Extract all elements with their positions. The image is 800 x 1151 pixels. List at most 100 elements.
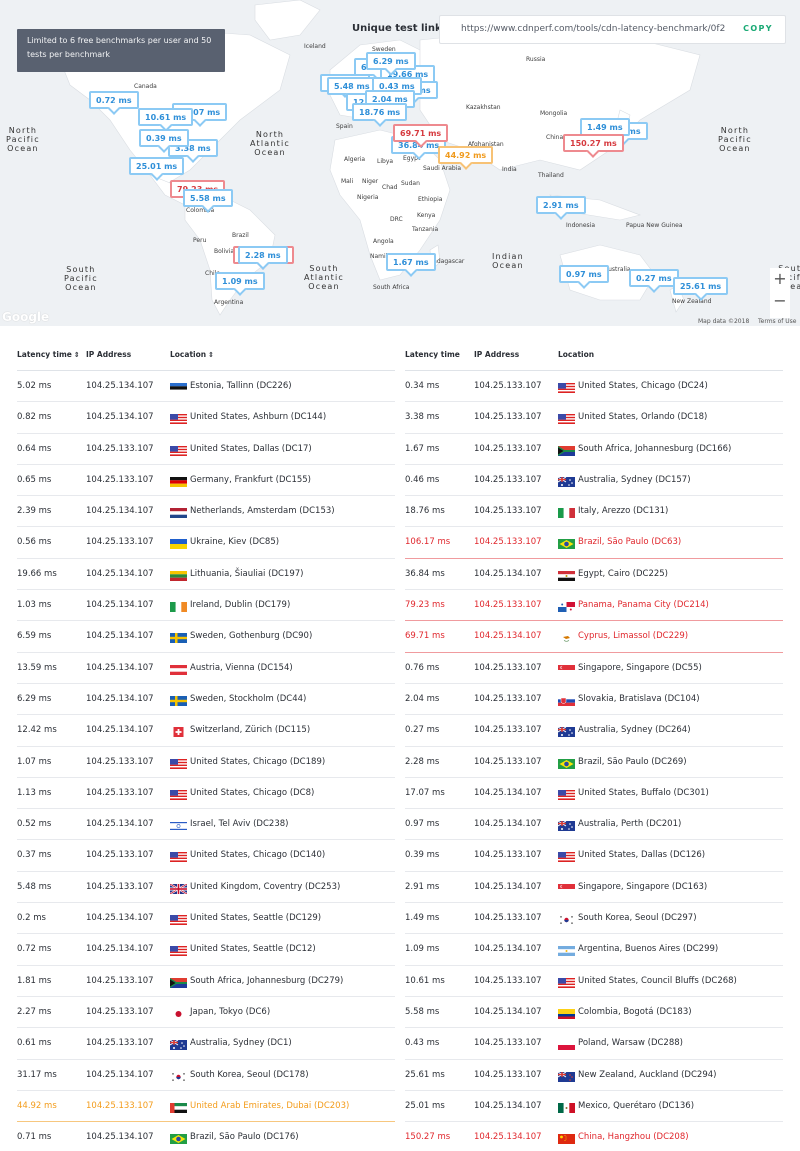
table-row[interactable]: 2.39 ms 104.25.134.107 Netherlands, Amster…	[17, 496, 395, 528]
table-row[interactable]: 2.04 ms 104.25.133.107 Slovakia, Bratislav…	[405, 684, 783, 716]
map-marker[interactable]: 25.01 ms	[129, 157, 185, 175]
column-header-location[interactable]: Location ⇕	[170, 350, 214, 359]
map-marker[interactable]: 2.28 ms	[238, 246, 288, 264]
table-row[interactable]: 1.13 ms 104.25.133.107 United States, Chic…	[17, 778, 395, 810]
table-row[interactable]: 0.39 ms 104.25.133.107 United States, Dall…	[405, 840, 783, 872]
table-row[interactable]: 1.81 ms 104.25.133.107 South Africa, Johan…	[17, 966, 395, 997]
latency-map[interactable]: North Pacific Ocean North Atlantic Ocean…	[0, 0, 800, 326]
zoom-in-button[interactable]: +	[770, 268, 790, 290]
table-row[interactable]: 0.52 ms 104.25.134.107 Israel, Tel Aviv (D…	[17, 809, 395, 841]
flag-uk-icon	[169, 882, 188, 895]
flag-uae-icon	[170, 1102, 187, 1113]
place-label: Libya	[377, 158, 394, 165]
table-row[interactable]: 6.59 ms 104.25.134.107 Sweden, Gothenburg …	[17, 621, 395, 653]
table-row[interactable]: 0.43 ms 104.25.133.107 Poland, Warsaw (DC2…	[405, 1028, 783, 1060]
table-row[interactable]: 12.42 ms 104.25.134.107 Switzerland, Züric…	[17, 715, 395, 747]
unique-link-url[interactable]: https://www.cdnperf.com/tools/cdn-latenc…	[461, 24, 725, 34]
location-cell: Ukraine, Kiev (DC85)	[190, 537, 280, 548]
table-row[interactable]: 25.61 ms 104.25.133.107 New Zealand, Auckl…	[405, 1060, 783, 1091]
sort-icon[interactable]: ⇕	[208, 351, 214, 359]
map-marker[interactable]: 1.67 ms	[386, 253, 436, 271]
table-row[interactable]: 31.17 ms 104.25.134.107 South Korea, Seoul…	[17, 1060, 395, 1091]
table-row[interactable]: 0.56 ms 104.25.133.107 Ukraine, Kiev (DC85…	[17, 527, 395, 559]
location-cell: South Africa, Johannesburg (DC166)	[578, 443, 732, 454]
map-marker[interactable]: 18.76 ms	[352, 103, 408, 121]
table-row[interactable]: 1.03 ms 104.25.134.107 Ireland, Dublin (DC…	[17, 590, 395, 622]
location-cell: Germany, Frankfurt (DC155)	[190, 474, 312, 485]
table-row[interactable]: 5.48 ms 104.25.133.107 United Kingdom, Cov…	[17, 872, 395, 904]
table-row[interactable]: 1.49 ms 104.25.133.107 South Korea, Seoul …	[405, 903, 783, 935]
map-marker[interactable]: 150.27 ms	[563, 134, 624, 152]
latency-cell: 0.72 ms	[17, 944, 52, 955]
location-cell: United States, Chicago (DC189)	[190, 756, 326, 767]
map-marker[interactable]: 0.72 ms	[89, 91, 139, 109]
table-row[interactable]: 18.76 ms 104.25.133.107 Italy, Arezzo (DC1…	[405, 496, 783, 528]
map-marker[interactable]: 0.27 ms	[629, 269, 679, 287]
table-row[interactable]: 0.76 ms 104.25.133.107 Singapore, Singapor…	[405, 653, 783, 684]
table-row[interactable]: 10.61 ms 104.25.133.107 United States, Cou…	[405, 966, 783, 997]
latency-cell: 31.17 ms	[17, 1069, 57, 1080]
table-row[interactable]: 106.17 ms 104.25.133.107 Brazil, São Paulo…	[405, 527, 783, 559]
map-marker[interactable]: 69.71 ms	[393, 124, 449, 142]
table-row[interactable]: 0.27 ms 104.25.133.107 Australia, Sydney (…	[405, 715, 783, 747]
flag-sweden-icon	[170, 695, 187, 706]
table-row[interactable]: 0.37 ms 104.25.133.107 United States, Chic…	[17, 840, 395, 872]
table-row[interactable]: 1.09 ms 104.25.134.107 Argentina, Buenos A…	[405, 934, 783, 966]
table-row[interactable]: 3.38 ms 104.25.133.107 United States, Orla…	[405, 402, 783, 434]
ip-cell: 104.25.133.107	[86, 1100, 154, 1111]
table-row[interactable]: 0.72 ms 104.25.134.107 United States, Seat…	[17, 934, 395, 966]
map-marker[interactable]: 1.09 ms	[215, 272, 265, 290]
table-row[interactable]: 2.28 ms 104.25.133.107 Brazil, São Paulo (…	[405, 747, 783, 778]
copy-button[interactable]: COPY	[743, 24, 773, 33]
location-cell: United States, Seattle (DC12)	[190, 944, 316, 955]
latency-cell: 17.07 ms	[405, 787, 445, 798]
unique-link-field[interactable]: https://www.cdnperf.com/tools/cdn-latenc…	[439, 15, 786, 44]
table-row[interactable]: 2.91 ms 104.25.134.107 Singapore, Singapor…	[405, 872, 783, 904]
latency-cell: 0.61 ms	[17, 1038, 52, 1049]
table-row[interactable]: 79.23 ms 104.25.133.107 Panama, Panama Cit…	[405, 590, 783, 622]
table-row[interactable]: 44.92 ms 104.25.133.107 United Arab Emirat…	[17, 1091, 395, 1123]
table-row[interactable]: 5.58 ms 104.25.134.107 Colombia, Bogotá (D…	[405, 997, 783, 1029]
table-row[interactable]: 150.27 ms 104.25.134.107 China, Hangzhou (…	[405, 1122, 783, 1151]
map-marker[interactable]: 0.97 ms	[559, 265, 609, 283]
table-row[interactable]: 0.71 ms 104.25.134.107 Brazil, São Paulo (…	[17, 1122, 395, 1151]
table-row[interactable]: 1.07 ms 104.25.133.107 United States, Chic…	[17, 747, 395, 778]
table-row[interactable]: 1.67 ms 104.25.133.107 South Africa, Johan…	[405, 434, 783, 465]
ip-cell: 104.25.133.107	[86, 474, 154, 485]
flag-netherlands-icon	[170, 508, 187, 519]
map-marker[interactable]: 25.61 ms	[673, 277, 729, 295]
table-row[interactable]: 0.46 ms 104.25.133.107 Australia, Sydney (…	[405, 465, 783, 497]
terms-link[interactable]: Terms of Use	[758, 318, 796, 325]
map-marker[interactable]: 44.92 ms	[438, 146, 494, 164]
ip-cell: 104.25.134.107	[86, 913, 154, 924]
table-row[interactable]: 2.27 ms 104.25.133.107 Japan, Tokyo (DC6)	[17, 997, 395, 1029]
table-row[interactable]: 19.66 ms 104.25.134.107 Lithuania, Šiaulia…	[17, 559, 395, 591]
table-row[interactable]: 13.59 ms 104.25.134.107 Austria, Vienna (D…	[17, 653, 395, 684]
map-marker[interactable]: 2.91 ms	[536, 196, 586, 214]
column-header-latency[interactable]: Latency time ⇕	[17, 350, 80, 359]
map-marker[interactable]: 0.39 ms	[139, 129, 189, 147]
ip-cell: 104.25.133.107	[474, 381, 542, 391]
map-marker[interactable]: 10.61 ms	[138, 108, 194, 126]
table-row[interactable]: 36.84 ms 104.25.134.107 Egypt, Cairo (DC22…	[405, 559, 783, 591]
table-row[interactable]: 0.82 ms 104.25.134.107 United States, Ashb…	[17, 402, 395, 434]
table-row[interactable]: 25.01 ms 104.25.134.107 Mexico, Querétaro …	[405, 1091, 783, 1123]
table-row[interactable]: 5.02 ms 104.25.134.107 Estonia, Tallinn (D…	[17, 371, 395, 403]
table-row[interactable]: 0.34 ms 104.25.133.107 United States, Chic…	[405, 371, 783, 403]
table-row[interactable]: 0.2 ms 104.25.134.107 United States, Seatt…	[17, 903, 395, 935]
table-row[interactable]: 0.61 ms 104.25.133.107 Australia, Sydney (…	[17, 1028, 395, 1060]
table-row[interactable]: 6.29 ms 104.25.134.107 Sweden, Stockholm (…	[17, 684, 395, 716]
zoom-out-button[interactable]: −	[770, 290, 790, 312]
place-label: Thailand	[538, 172, 564, 179]
table-row[interactable]: 17.07 ms 104.25.134.107 United States, Buf…	[405, 778, 783, 810]
sort-icon[interactable]: ⇕	[74, 351, 80, 359]
table-row[interactable]: 0.65 ms 104.25.133.107 Germany, Frankfurt …	[17, 465, 395, 497]
ip-cell: 104.25.134.107	[474, 819, 542, 830]
table-row[interactable]: 0.97 ms 104.25.134.107 Australia, Perth (D…	[405, 809, 783, 841]
map-marker[interactable]: 6.29 ms	[366, 52, 416, 70]
table-row[interactable]: 0.64 ms 104.25.133.107 United States, Dall…	[17, 434, 395, 465]
map-marker[interactable]: 5.58 ms	[183, 189, 233, 207]
location-cell: Israel, Tel Aviv (DC238)	[190, 819, 289, 830]
table-row[interactable]: 69.71 ms 104.25.134.107 Cyprus, Limassol (…	[405, 621, 783, 653]
place-label: China	[546, 134, 564, 141]
